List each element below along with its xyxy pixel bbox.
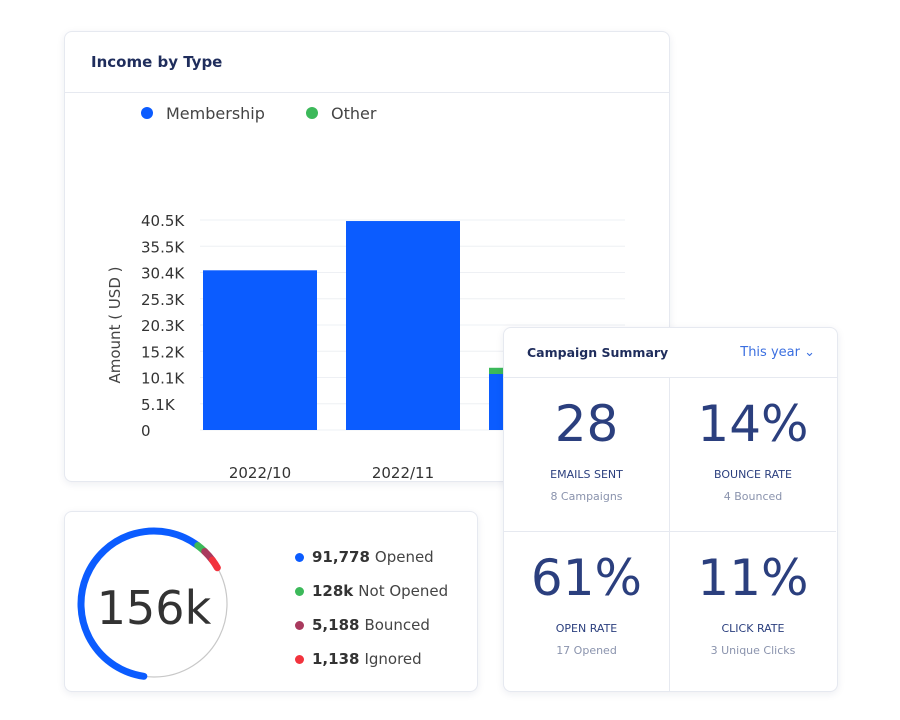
legend-value: 128k <box>312 582 354 600</box>
stat-label: OPEN RATE <box>555 622 618 635</box>
email-donut-gauge: 156k <box>77 527 228 680</box>
stat-sub: 8 Campaigns <box>550 490 623 503</box>
email-total: 156k <box>97 581 212 635</box>
legend-membership[interactable]: Membership <box>166 104 265 123</box>
legend-label: Opened <box>374 548 434 566</box>
stat-value: 61% <box>530 549 643 607</box>
y-tick-label: 10.1K <box>141 370 185 388</box>
stat-cell: 28 EMAILS SENT 8 Campaigns <box>504 378 670 532</box>
y-tick-label: 35.5K <box>141 238 185 256</box>
stat-cell: 14% BOUNCE RATE 4 Bounced <box>670 378 836 532</box>
stat-label: BOUNCE RATE <box>714 468 792 481</box>
y-tick-label: 25.3K <box>141 291 185 309</box>
bar-membership-2022/10[interactable] <box>203 270 317 430</box>
legend-other[interactable]: Other <box>331 104 377 123</box>
legend-label: Bounced <box>364 616 430 634</box>
stat-value: 28 <box>554 395 619 453</box>
legend-value: 5,188 <box>312 616 360 634</box>
legend-item: 5,188 Bounced <box>295 608 448 642</box>
legend-dot-icon <box>295 552 304 562</box>
y-tick-label: 30.4K <box>141 265 185 283</box>
x-tick-label: 2022/10 <box>229 464 291 481</box>
stat-value: 14% <box>697 395 809 453</box>
stat-cell: 61% OPEN RATE 17 Opened <box>504 532 670 691</box>
stat-cell: 11% CLICK RATE 3 Unique Clicks <box>670 532 836 691</box>
legend-label: Ignored <box>364 650 422 668</box>
legend-value: 91,778 <box>312 548 370 566</box>
stat-label: EMAILS SENT <box>550 468 623 481</box>
legend-item: 91,778 Opened <box>295 540 448 574</box>
y-tick-label: 0 <box>141 422 151 440</box>
chevron-down-icon: ⌄ <box>804 345 815 360</box>
card-title: Income by Type <box>65 32 669 93</box>
y-tick-label: 5.1K <box>141 396 176 414</box>
y-tick-label: 15.2K <box>141 343 185 361</box>
y-axis-label: Amount ( USD ) <box>106 266 124 383</box>
y-tick-label: 40.5K <box>141 212 185 230</box>
legend-value: 1,138 <box>312 650 360 668</box>
stat-sub: 3 Unique Clicks <box>710 644 796 657</box>
y-tick-label: 20.3K <box>141 317 185 335</box>
period-value: This year <box>740 345 800 360</box>
x-tick-label: 2022/11 <box>372 464 434 481</box>
legend-dot-icon <box>295 620 304 630</box>
stat-sub: 17 Opened <box>556 644 617 657</box>
bar-membership-2022/11[interactable] <box>346 221 460 430</box>
stat-label: CLICK RATE <box>721 622 785 635</box>
legend-dot-icon <box>306 107 318 119</box>
stat-value: 11% <box>697 549 809 607</box>
gauge-segment-ignored <box>208 556 221 572</box>
card-title: Campaign Summary <box>527 345 669 360</box>
legend-dot-icon <box>141 107 153 119</box>
legend-dot-icon <box>295 586 304 596</box>
legend-label: Not Opened <box>358 582 449 600</box>
legend-item: 1,138 Ignored <box>295 642 448 676</box>
stat-sub: 4 Bounced <box>723 490 783 503</box>
legend-dot-icon <box>295 654 304 664</box>
campaign-summary-card: Campaign Summary This year ⌄ 28 EMAILS S… <box>503 327 838 692</box>
legend-item: 128k Not Opened <box>295 574 448 608</box>
email-stats-card: 156k 91,778 Opened 128k Not Opened 5,188 Boun… <box>64 511 478 692</box>
period-dropdown[interactable]: This year ⌄ <box>740 345 815 360</box>
email-legend: 91,778 Opened 128k Not Opened 5,188 Bounced 1,… <box>295 540 448 676</box>
